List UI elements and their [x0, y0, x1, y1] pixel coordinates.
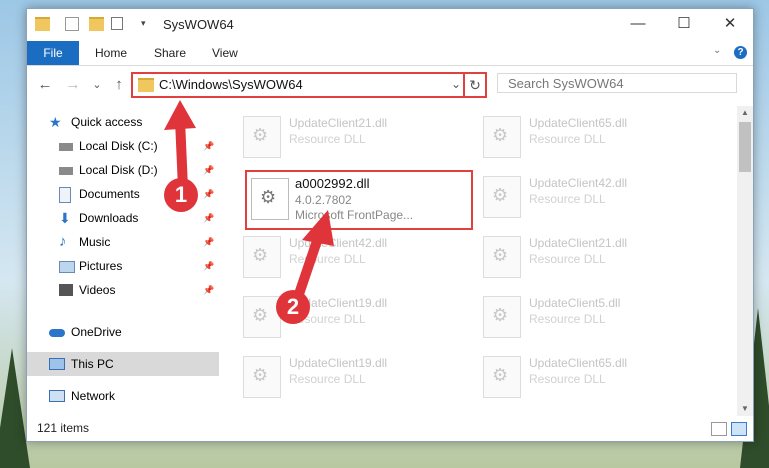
- file-item[interactable]: UpdateClient42.dll Resource DLL: [483, 170, 713, 222]
- dll-file-icon: [483, 176, 521, 218]
- file-item[interactable]: UpdateClient21.dll Resource DLL: [243, 110, 473, 162]
- up-button[interactable]: ↑: [109, 75, 129, 95]
- sidebar-item-onedrive[interactable]: OneDrive: [27, 320, 219, 344]
- folder-icon[interactable]: [35, 17, 50, 31]
- sidebar-item-this-pc[interactable]: This PC: [27, 352, 219, 376]
- recent-locations-button[interactable]: ⌄: [87, 75, 107, 95]
- maximize-button[interactable]: ☐: [661, 9, 707, 39]
- file-company: Microsoft FrontPage...: [295, 208, 414, 222]
- dll-file-icon: [243, 296, 281, 338]
- navigation-pane: ★ Quick access Local Disk (C:) 📌 Local D…: [27, 106, 219, 416]
- sidebar-item-downloads[interactable]: ⬇ Downloads 📌: [27, 206, 219, 230]
- dll-file-icon: [243, 236, 281, 278]
- highlighted-file-item[interactable]: a0002992.dll 4.0.2.7802 Microsoft FrontP…: [245, 170, 473, 230]
- file-item[interactable]: UpdateClient5.dll Resource DLL: [483, 290, 713, 342]
- scroll-thumb[interactable]: [739, 122, 751, 172]
- file-item[interactable]: UpdateClient65.dll Resource DLL: [483, 350, 713, 402]
- title-bar: ▾ SysWOW64 — ☐ ✕: [27, 9, 753, 39]
- sidebar-item-local-disk-c[interactable]: Local Disk (C:) 📌: [27, 134, 219, 158]
- new-folder-icon[interactable]: [89, 17, 104, 31]
- document-icon: [59, 187, 71, 203]
- address-text: C:\Windows\SysWOW64: [159, 77, 303, 92]
- dll-file-icon: [243, 116, 281, 158]
- dll-file-icon: [483, 356, 521, 398]
- tab-share[interactable]: Share: [154, 41, 186, 65]
- video-icon: [59, 284, 73, 296]
- pin-icon[interactable]: 📌: [203, 134, 214, 158]
- pin-icon[interactable]: 📌: [203, 182, 214, 206]
- file-version: 4.0.2.7802: [295, 193, 352, 207]
- close-button[interactable]: ✕: [707, 9, 753, 39]
- file-item[interactable]: UpdateClient21.dll Resource DLL: [483, 230, 713, 282]
- dll-file-icon: [243, 356, 281, 398]
- picture-icon: [59, 261, 75, 273]
- dll-file-icon: [251, 178, 289, 220]
- status-bar: 121 items: [27, 417, 753, 441]
- details-view-icon[interactable]: [711, 422, 727, 436]
- sidebar-item-local-disk-d[interactable]: Local Disk (D:) 📌: [27, 158, 219, 182]
- file-list: UpdateClient21.dll Resource DLL UpdateCl…: [223, 106, 737, 416]
- pin-icon[interactable]: 📌: [203, 254, 214, 278]
- file-item[interactable]: UpdateClient19.dll Resource DLL: [243, 350, 473, 402]
- pin-icon[interactable]: 📌: [203, 230, 214, 254]
- dll-file-icon: [483, 116, 521, 158]
- computer-icon: [49, 358, 65, 370]
- vertical-scrollbar[interactable]: ▲ ▼: [737, 106, 753, 416]
- sidebar-item-pictures[interactable]: Pictures 📌: [27, 254, 219, 278]
- pin-icon[interactable]: 📌: [203, 206, 214, 230]
- music-icon: ♪: [59, 233, 67, 250]
- star-icon: ★: [49, 114, 62, 130]
- chevron-down-icon[interactable]: ⌄: [451, 77, 461, 91]
- forward-button[interactable]: →: [63, 75, 83, 95]
- step-1-badge: 1: [164, 178, 198, 212]
- dll-file-icon: [483, 236, 521, 278]
- back-button[interactable]: ←: [35, 75, 55, 95]
- sidebar-item-music[interactable]: ♪ Music 📌: [27, 230, 219, 254]
- scroll-up-icon[interactable]: ▲: [737, 106, 753, 120]
- drive-icon: [59, 143, 73, 151]
- drive-icon: [59, 167, 73, 175]
- cloud-icon: [49, 329, 65, 337]
- ribbon: File Home Share View ⌄ ?: [27, 39, 753, 66]
- toolbar-dropdown-icon[interactable]: ▾: [141, 18, 146, 29]
- tab-view[interactable]: View: [212, 41, 238, 65]
- pin-icon[interactable]: 📌: [203, 158, 214, 182]
- customize-toolbar-icon[interactable]: [111, 17, 123, 30]
- sidebar-item-network[interactable]: Network: [27, 384, 219, 408]
- sidebar-item-videos[interactable]: Videos 📌: [27, 278, 219, 302]
- step-2-badge: 2: [276, 290, 310, 324]
- search-input[interactable]: Search SysWOW64: [497, 73, 737, 93]
- item-count: 121 items: [37, 421, 90, 435]
- expand-ribbon-icon[interactable]: ⌄: [713, 45, 721, 56]
- explorer-window: ▾ SysWOW64 — ☐ ✕ File Home Share View ⌄ …: [26, 8, 754, 442]
- pin-icon[interactable]: 📌: [203, 278, 214, 302]
- minimize-button[interactable]: —: [615, 9, 661, 39]
- tiles-view-icon[interactable]: [731, 422, 747, 436]
- window-title: SysWOW64: [163, 17, 234, 32]
- network-icon: [49, 390, 65, 402]
- file-name: a0002992.dll: [295, 176, 370, 191]
- file-item[interactable]: UpdateClient65.dll Resource DLL: [483, 110, 713, 162]
- download-icon: ⬇: [59, 210, 71, 226]
- sidebar-item-quick-access[interactable]: ★ Quick access: [27, 110, 219, 134]
- dll-file-icon: [483, 296, 521, 338]
- folder-icon: [138, 78, 154, 92]
- tab-home[interactable]: Home: [95, 41, 127, 65]
- help-icon[interactable]: ?: [734, 46, 747, 59]
- refresh-button[interactable]: ↻: [463, 72, 487, 98]
- tab-file[interactable]: File: [27, 41, 79, 65]
- file-item[interactable]: UpdateClient42.dll Resource DLL: [243, 230, 473, 282]
- address-bar[interactable]: C:\Windows\SysWOW64 ⌄: [131, 72, 485, 98]
- navigation-bar: ← → ⌄ ↑ C:\Windows\SysWOW64 ⌄ ↻ Search S…: [27, 66, 753, 106]
- properties-icon[interactable]: [65, 17, 79, 31]
- scroll-down-icon[interactable]: ▼: [737, 402, 753, 416]
